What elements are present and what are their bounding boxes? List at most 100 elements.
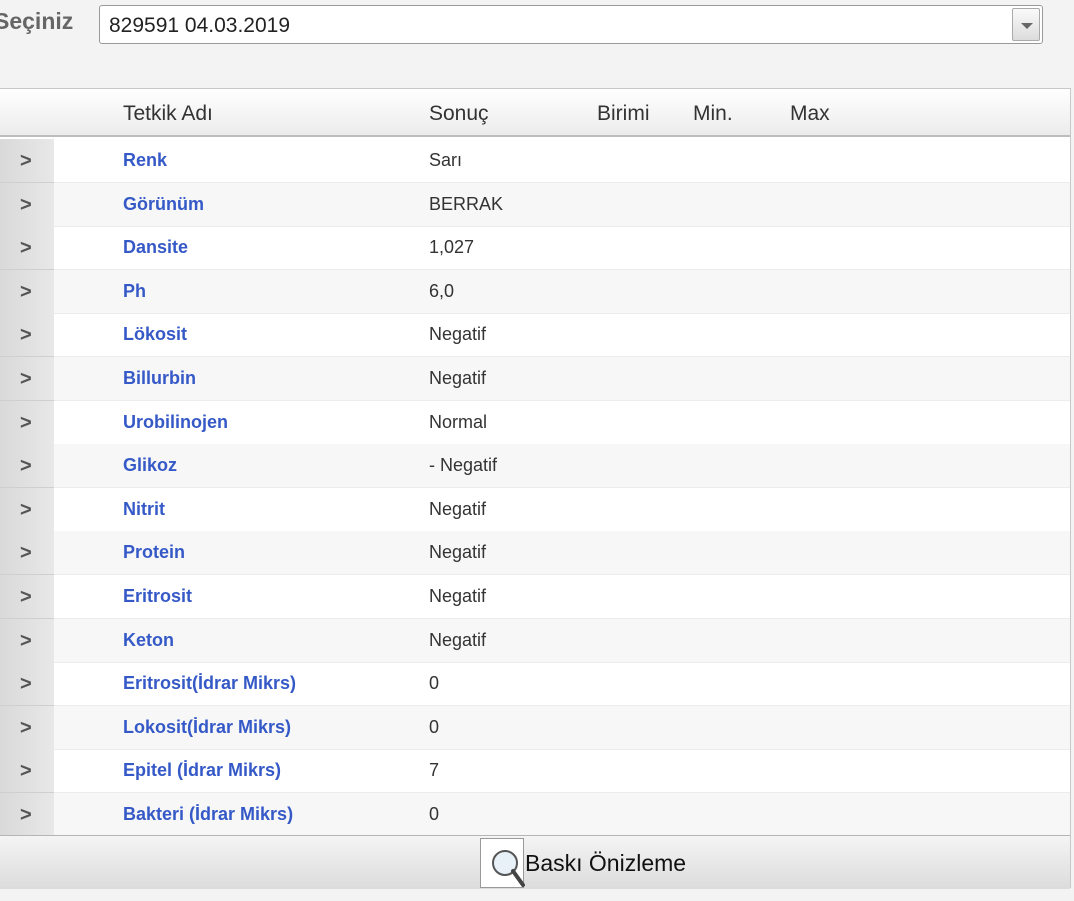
row-body: Bakteri (İdrar Mikrs) 0 (54, 793, 1070, 835)
column-header-result[interactable]: Sonuç (429, 102, 489, 126)
row-expander[interactable]: > (0, 793, 54, 835)
chevron-right-icon: > (20, 716, 32, 739)
row-expander[interactable]: > (0, 182, 54, 227)
column-header-unit[interactable]: Birimi (597, 102, 650, 126)
table-row[interactable]: > Dansite 1,027 (0, 226, 1070, 271)
row-expander[interactable]: > (0, 575, 54, 619)
table-row[interactable]: > Renk Sarı (0, 139, 1070, 183)
table-row[interactable]: > Keton Negatif (0, 618, 1070, 663)
test-name-link[interactable]: Billurbin (123, 368, 196, 389)
row-expander[interactable]: > (0, 444, 54, 489)
test-name-link[interactable]: Lökosit (123, 324, 187, 345)
test-name-link[interactable]: Renk (123, 150, 167, 171)
row-expander[interactable]: > (0, 749, 54, 794)
chevron-right-icon: > (20, 760, 32, 783)
row-body: Görünüm BERRAK (54, 182, 1070, 227)
row-body: Glikoz - Negatif (54, 444, 1070, 489)
row-expander[interactable]: > (0, 357, 54, 401)
table-row[interactable]: > Bakteri (İdrar Mikrs) 0 (0, 793, 1070, 835)
chevron-right-icon: > (20, 193, 32, 216)
test-name-link[interactable]: Dansite (123, 237, 188, 258)
test-result: Negatif (429, 586, 487, 606)
table-row[interactable]: > Görünüm BERRAK (0, 182, 1070, 227)
grid-footer: Baskı Önizleme (0, 835, 1070, 889)
row-expander[interactable]: > (0, 618, 54, 663)
row-body: Keton Negatif (54, 618, 1070, 663)
test-result: 7 (429, 760, 440, 781)
column-header-name[interactable]: Tetkik Adı (123, 102, 213, 126)
row-body: Renk Sarı (54, 139, 1070, 183)
test-result: 0 (429, 804, 440, 824)
column-header-max[interactable]: Max (790, 102, 830, 126)
row-expander[interactable]: > (0, 269, 54, 314)
table-row[interactable]: > Lökosit Negatif (0, 313, 1070, 358)
test-result: 0 (429, 716, 440, 737)
test-result: Normal (429, 411, 488, 432)
row-expander[interactable]: > (0, 400, 54, 445)
test-name-link[interactable]: Eritrosit(İdrar Mikrs) (123, 673, 296, 694)
test-name-link[interactable]: Epitel (İdrar Mikrs) (123, 760, 281, 781)
test-name-link[interactable]: Nitrit (123, 499, 165, 520)
table-row[interactable]: > Urobilinojen Normal (0, 400, 1070, 445)
chevron-right-icon: > (20, 150, 32, 172)
print-preview-label: Baskı Önizleme (525, 850, 687, 876)
grid-rows: > Renk Sarı > Görünüm BERRAK > Dansite 1,027 > Ph 6… (0, 139, 1070, 835)
row-body: Billurbin Negatif (54, 357, 1070, 401)
row-expander[interactable]: > (0, 313, 54, 358)
table-row[interactable]: > Glikoz - Negatif (0, 444, 1070, 489)
dropdown-button[interactable] (1012, 8, 1040, 41)
record-select[interactable]: 829591 04.03.2019 (99, 5, 1043, 44)
row-expander[interactable]: > (0, 662, 54, 707)
row-expander[interactable]: > (0, 531, 54, 576)
record-select-value: 829591 04.03.2019 (109, 14, 291, 37)
row-body: Nitrit Negatif (54, 488, 1070, 532)
chevron-right-icon: > (20, 498, 32, 521)
row-expander[interactable]: > (0, 139, 54, 183)
table-row[interactable]: > Ph 6,0 (0, 269, 1070, 314)
test-result: BERRAK (429, 193, 504, 214)
table-row[interactable]: > Lokosit(İdrar Mikrs) 0 (0, 705, 1070, 750)
test-name-link[interactable]: Protein (123, 542, 185, 563)
chevron-right-icon: > (20, 586, 32, 608)
chevron-right-icon: > (20, 324, 32, 347)
table-row[interactable]: > Nitrit Negatif (0, 487, 1070, 532)
row-expander[interactable]: > (0, 705, 54, 750)
table-row[interactable]: > Eritrosit(İdrar Mikrs) 0 (0, 662, 1070, 707)
test-name-link[interactable]: Lokosit(İdrar Mikrs) (123, 717, 291, 738)
row-expander[interactable]: > (0, 487, 54, 532)
row-expander[interactable]: > (0, 226, 54, 271)
test-name-link[interactable]: Eritrosit (123, 586, 192, 607)
chevron-right-icon: > (20, 455, 32, 478)
row-body: Ph 6,0 (54, 269, 1070, 314)
test-result: Negatif (429, 368, 487, 388)
magnifier-document-icon (480, 838, 525, 888)
test-result: - Negatif (429, 455, 498, 476)
test-name-link[interactable]: Görünüm (123, 194, 204, 215)
selector-label: Seçiniz (0, 8, 74, 34)
test-name-link[interactable]: Glikoz (123, 455, 177, 476)
test-name-link[interactable]: Bakteri (İdrar Mikrs) (123, 804, 293, 825)
chevron-right-icon: > (20, 542, 32, 565)
table-row[interactable]: > Billurbin Negatif (0, 357, 1070, 401)
test-name-link[interactable]: Urobilinojen (123, 412, 228, 433)
test-result: Negatif (429, 629, 487, 650)
row-body: Lökosit Negatif (54, 313, 1070, 358)
table-row[interactable]: > Eritrosit Negatif (0, 575, 1070, 619)
row-body: Protein Negatif (54, 531, 1070, 576)
grid-header: Tetkik Adı Sonuç Birimi Min. Max (0, 89, 1070, 137)
chevron-right-icon: > (20, 673, 32, 696)
print-preview-button[interactable]: Baskı Önizleme (478, 836, 718, 890)
row-body: Eritrosit(İdrar Mikrs) 0 (54, 662, 1070, 707)
test-name-link[interactable]: Ph (123, 281, 146, 302)
test-result: Negatif (429, 324, 487, 345)
row-body: Eritrosit Negatif (54, 575, 1070, 619)
table-row[interactable]: > Protein Negatif (0, 531, 1070, 576)
chevron-right-icon: > (20, 280, 32, 303)
table-row[interactable]: > Epitel (İdrar Mikrs) 7 (0, 749, 1070, 794)
test-result: Sarı (429, 150, 463, 170)
test-result: Negatif (429, 542, 487, 563)
column-header-min[interactable]: Min. (693, 102, 733, 126)
chevron-right-icon: > (20, 804, 32, 826)
row-body: Urobilinojen Normal (54, 401, 1070, 445)
test-name-link[interactable]: Keton (123, 630, 174, 651)
